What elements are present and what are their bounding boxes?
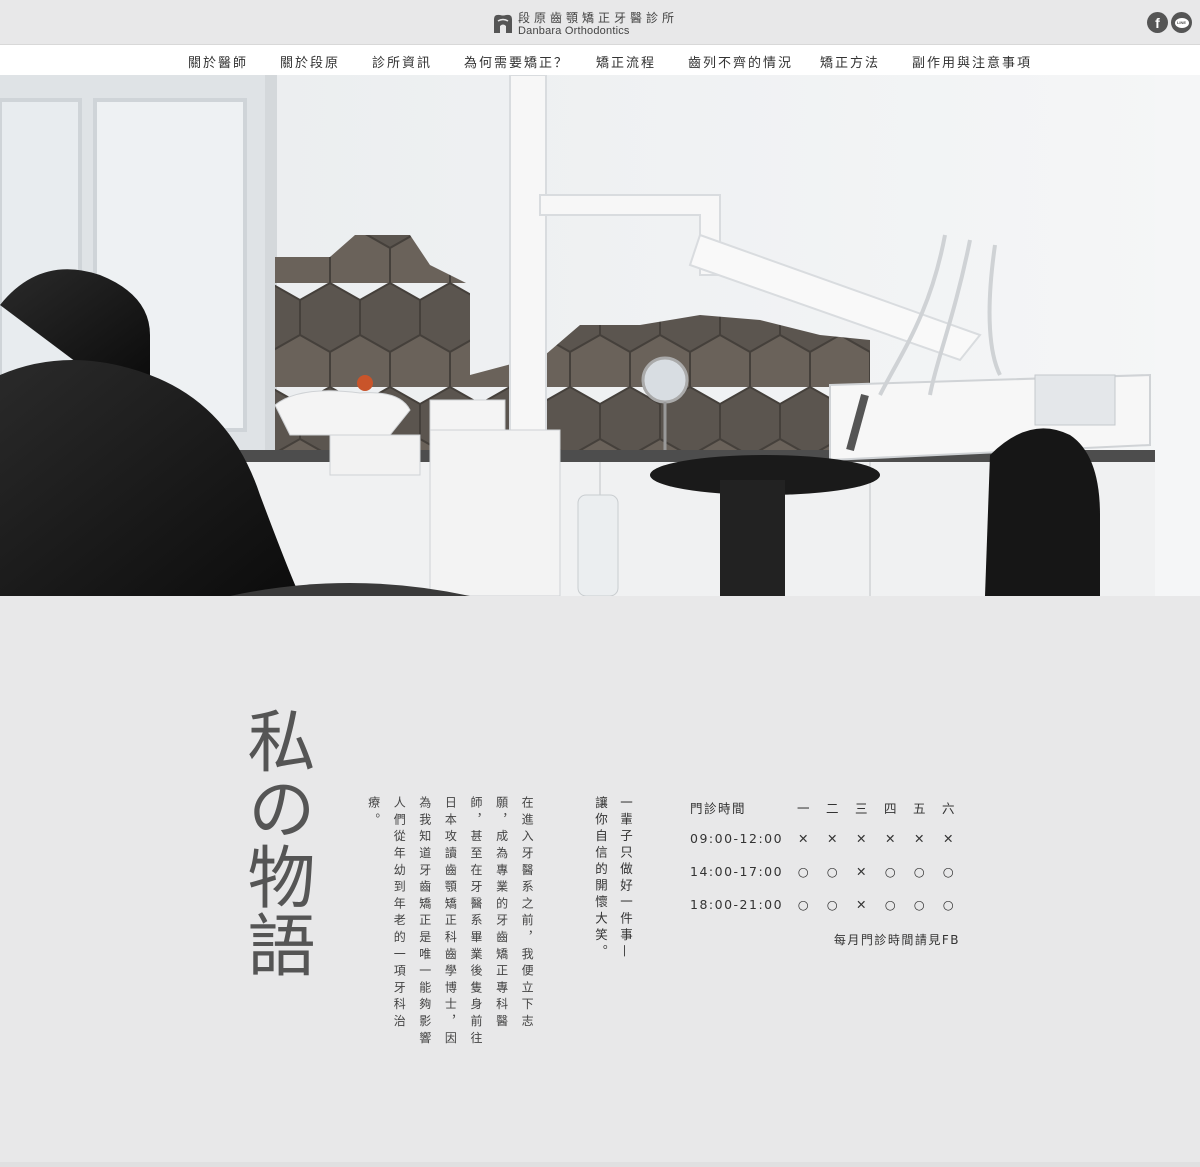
- facebook-icon[interactable]: f: [1147, 12, 1168, 33]
- story-title: 私の物語: [235, 706, 314, 978]
- schedule-slot: ○: [797, 897, 811, 912]
- nav-item-methods[interactable]: 矯正方法: [820, 52, 880, 71]
- schedule-slot: ○: [826, 897, 840, 912]
- nav-item-process[interactable]: 矯正流程: [596, 52, 656, 71]
- schedule-slot: ✕: [943, 831, 955, 846]
- schedule-time: 09:00-12:00: [690, 831, 784, 846]
- day-fri: 五: [913, 801, 928, 816]
- schedule-slot: ○: [826, 864, 840, 879]
- logo[interactable]: 段原齒顎矯正牙醫診所 Danbara Orthodontics: [492, 10, 678, 38]
- nav-item-malocclusion[interactable]: 齒列不齊的情況: [688, 52, 793, 71]
- nav-item-side-effects[interactable]: 副作用與注意事項: [912, 52, 1032, 71]
- story-slogan: 一輩子只做好一件事— 讓你自信的開懷大笑。: [593, 796, 633, 961]
- logo-english-name: Danbara Orthodontics: [518, 24, 630, 37]
- day-tue: 二: [826, 801, 841, 816]
- tooth-logo-icon: [494, 14, 512, 34]
- logo-text: 段原齒顎矯正牙醫診所 Danbara Orthodontics: [518, 12, 678, 37]
- schedule-note: 每月門診時間請見FB: [833, 933, 960, 947]
- story-body: 在進入牙醫系之前，我便立下志願，成為專業的牙齒矯正專科醫師，甚至在牙醫系畢業後隻…: [366, 796, 535, 1048]
- schedule-slot: ✕: [856, 897, 868, 912]
- day-sat: 六: [942, 801, 957, 816]
- facebook-glyph: f: [1155, 14, 1160, 31]
- main-nav: 關於醫師 關於段原 診所資訊 為何需要矯正？ 矯正流程 齒列不齊的情況 矯正方法…: [0, 44, 1200, 75]
- nav-item-clinic-info[interactable]: 診所資訊: [372, 52, 432, 71]
- day-wed: 三: [855, 801, 870, 816]
- schedule-header-row: 門診時間 一 二 三 四 五 六: [690, 798, 960, 831]
- schedule-header-label: 門診時間: [690, 801, 747, 816]
- footer-divider: [0, 1162, 1200, 1167]
- schedule-slot: ✕: [885, 831, 897, 846]
- schedule-row-afternoon: 14:00-17:00 ○ ○ ✕ ○ ○ ○: [690, 864, 960, 897]
- hero-image: [0, 75, 1200, 596]
- schedule-slot: ○: [942, 897, 956, 912]
- schedule-row-evening: 18:00-21:00 ○ ○ ✕ ○ ○ ○: [690, 897, 960, 930]
- nav-item-why-orthodontics[interactable]: 為何需要矯正？: [464, 52, 569, 71]
- schedule-slot: ○: [913, 897, 927, 912]
- clinic-schedule: 門診時間 一 二 三 四 五 六 09:00-12:00 ✕ ✕ ✕ ✕ ✕ ✕…: [690, 798, 960, 947]
- schedule-slot: ✕: [856, 864, 868, 879]
- schedule-row-morning: 09:00-12:00 ✕ ✕ ✕ ✕ ✕ ✕: [690, 831, 960, 864]
- schedule-slot: ✕: [914, 831, 926, 846]
- schedule-slot: ○: [884, 864, 898, 879]
- day-mon: 一: [797, 801, 812, 816]
- schedule-time: 14:00-17:00: [690, 864, 784, 879]
- schedule-slot: ✕: [798, 831, 810, 846]
- schedule-slot: ✕: [827, 831, 839, 846]
- social-links: f LINE: [1147, 12, 1192, 33]
- schedule-slot: ○: [913, 864, 927, 879]
- day-thu: 四: [884, 801, 899, 816]
- line-glyph: LINE: [1174, 17, 1189, 28]
- schedule-slot: ✕: [856, 831, 868, 846]
- top-bar: 段原齒顎矯正牙醫診所 Danbara Orthodontics f LINE: [0, 0, 1200, 44]
- logo-chinese-name: 段原齒顎矯正牙醫診所: [518, 10, 679, 25]
- nav-item-about-danbara[interactable]: 關於段原: [280, 52, 340, 71]
- schedule-slot: ○: [942, 864, 956, 879]
- nav-item-about-doctor[interactable]: 關於醫師: [188, 52, 248, 71]
- schedule-slot: ○: [884, 897, 898, 912]
- dental-chair-photo-icon: [0, 75, 1200, 596]
- schedule-time: 18:00-21:00: [690, 897, 784, 912]
- line-icon[interactable]: LINE: [1171, 12, 1192, 33]
- schedule-slot: ○: [797, 864, 811, 879]
